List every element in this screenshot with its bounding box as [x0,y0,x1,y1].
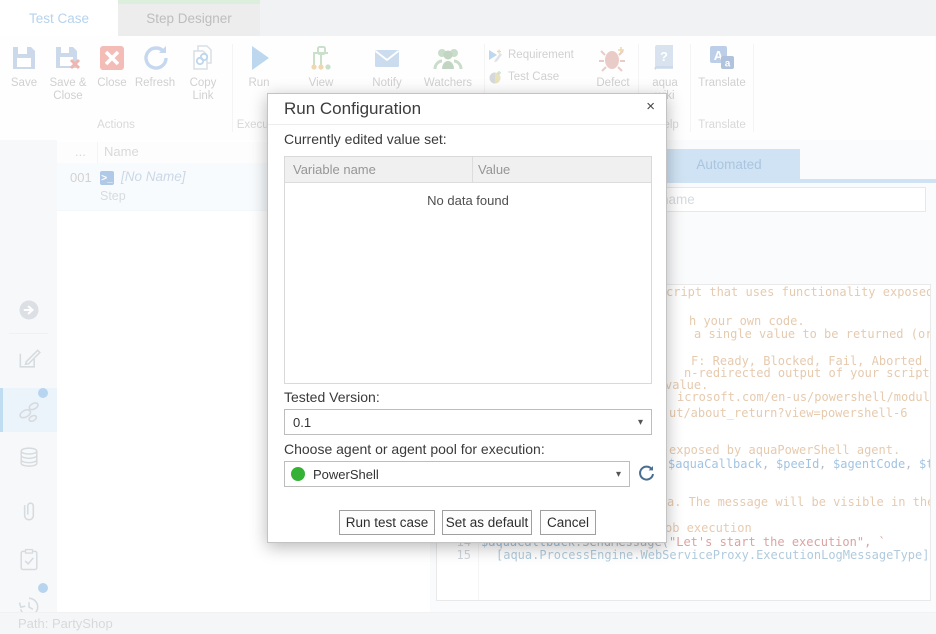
tested-version-label: Tested Version: [284,389,380,405]
column-variable-name: Variable name [293,162,376,177]
run-configuration-dialog: Run Configuration × Currently edited val… [267,93,667,543]
variables-table-header: Variable name Value [285,157,651,183]
no-data-message: No data found [285,193,651,208]
value-set-label: Currently edited value set: [284,131,447,147]
tested-version-dropdown[interactable]: 0.1 ▾ [284,409,652,435]
agent-dropdown[interactable]: PowerShell ▾ [284,461,630,487]
dialog-close-icon[interactable]: × [646,98,655,115]
agent-label: Choose agent or agent pool for execution… [284,441,545,457]
tested-version-value: 0.1 [293,415,311,430]
variables-table: Variable name Value No data found [284,156,652,384]
chevron-down-icon: ▾ [638,417,643,428]
run-test-case-button[interactable]: Run test case [339,510,435,535]
agent-value: PowerShell [313,467,379,482]
column-value: Value [478,162,510,177]
agent-online-icon [291,467,305,481]
chevron-down-icon: ▾ [616,469,621,480]
set-as-default-button[interactable]: Set as default [442,510,532,535]
app-window: Test Case Step Designer Save Save & Clos… [0,0,936,634]
header-divider [472,157,473,183]
refresh-agents-icon[interactable] [637,464,656,483]
dialog-title-divider [268,124,666,125]
cancel-button[interactable]: Cancel [540,510,596,535]
dialog-title: Run Configuration [284,99,421,119]
